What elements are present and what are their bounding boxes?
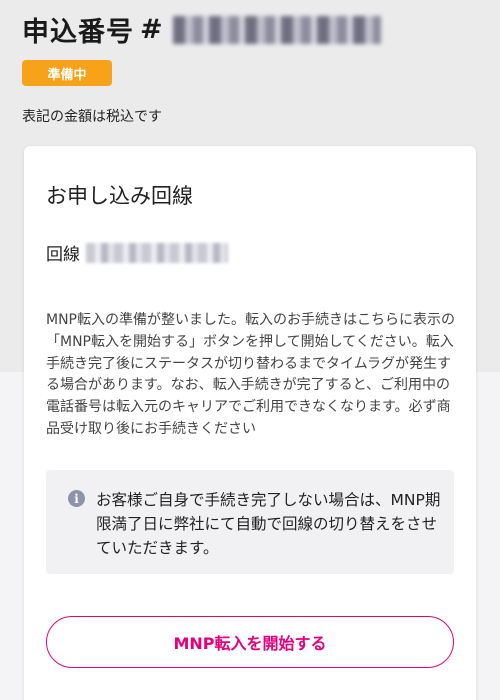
page-header: 申込番号 # bbox=[22, 10, 381, 49]
tax-note: 表記の金額は税込です bbox=[22, 109, 162, 125]
masked-order-number bbox=[172, 15, 381, 44]
card-title: お申し込み回線 bbox=[46, 184, 193, 208]
line-label: 回線 bbox=[46, 245, 80, 265]
masked-line-number bbox=[86, 242, 228, 263]
order-number-hash: # bbox=[140, 14, 163, 45]
notice-text: お客様ご自身で手続き完了しない場合は、MNP期限満了日に弊社にて自動で回線の切り… bbox=[96, 491, 441, 557]
status-badge: 準備中 bbox=[22, 60, 112, 86]
order-number-title: 申込番号 bbox=[22, 17, 134, 48]
line-row: 回線 bbox=[46, 240, 228, 265]
info-icon: i bbox=[68, 490, 85, 507]
mnp-description: MNP転入の準備が整いました。転入のお手続きはこちらに表示の「MNP転入を開始す… bbox=[46, 312, 455, 437]
line-card: お申し込み回線 回線 MNP転入の準備が整いました。転入のお手続きはこちらに表示… bbox=[24, 146, 476, 700]
start-mnp-button[interactable]: MNP転入を開始する bbox=[46, 616, 454, 668]
auto-switch-notice: i お客様ご自身で手続き完了しない場合は、MNP期限満了日に弊社にて自動で回線の… bbox=[46, 470, 454, 574]
